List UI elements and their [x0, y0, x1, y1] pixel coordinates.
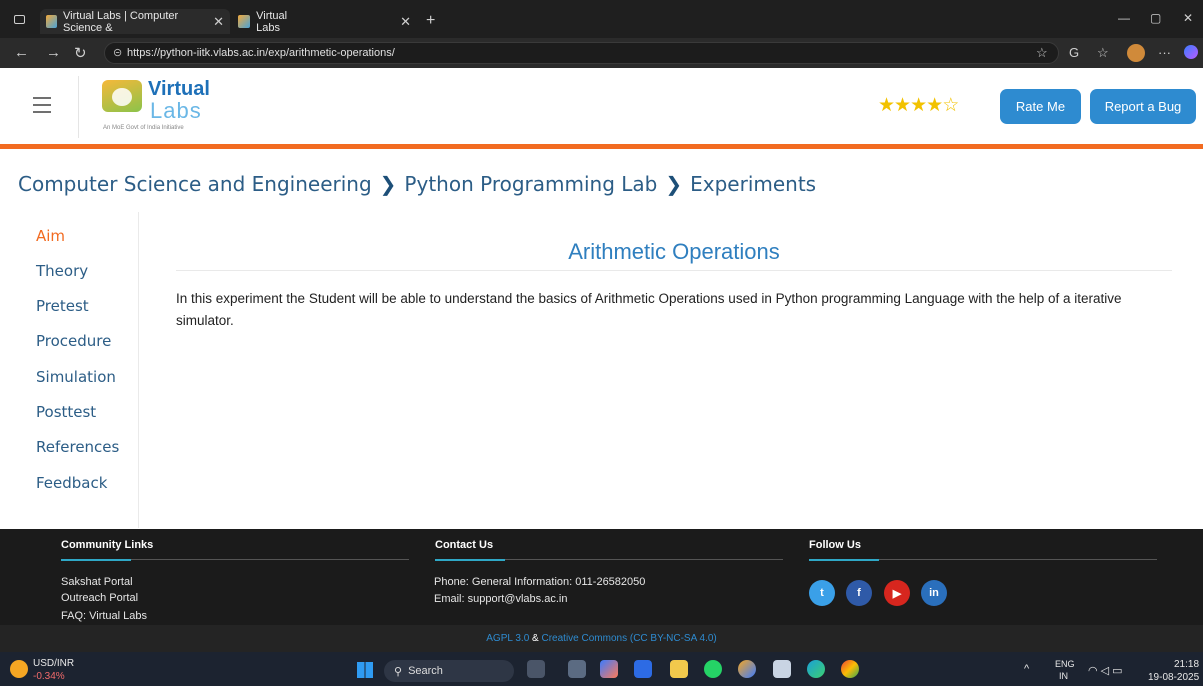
copilot-icon[interactable] [1184, 45, 1198, 59]
page-title: Arithmetic Operations [568, 239, 780, 264]
footer-divider-accent [61, 559, 131, 561]
chrome-app-icon[interactable] [738, 660, 756, 678]
contact-us-heading: Contact Us [435, 539, 494, 551]
more-menu-icon[interactable]: ··· [1158, 45, 1171, 60]
star-filled-icon: ★ [894, 95, 911, 116]
camera-app-icon[interactable] [527, 660, 545, 678]
sidebar-item-posttest[interactable]: Posttest [36, 403, 96, 421]
creative-commons-link[interactable]: Creative Commons (CC BY-NC-SA 4.0) [542, 633, 717, 644]
refresh-icon[interactable]: ↻ [74, 44, 87, 62]
star-filled-icon: ★ [926, 95, 943, 116]
rating-stars[interactable]: ★★★★☆ [878, 94, 959, 117]
star-filled-icon: ★ [878, 95, 895, 116]
sidebar-item-procedure[interactable]: Procedure [36, 332, 111, 350]
url-input[interactable]: https://python-iitk.vlabs.ac.in/exp/arit… [104, 42, 1059, 64]
header-accent-rule [0, 144, 1203, 149]
sidebar-item-theory[interactable]: Theory [36, 262, 88, 280]
youtube-icon[interactable]: ▶ [884, 580, 910, 606]
tab-virtual-labs-cse[interactable]: Virtual Labs | Computer Science & ✕ [40, 9, 230, 34]
copilot-app-icon[interactable] [600, 660, 618, 678]
facebook-icon[interactable]: f [846, 580, 872, 606]
follow-us-heading: Follow Us [809, 539, 861, 551]
link-sakshat-portal[interactable]: Sakshat Portal [61, 576, 133, 588]
star-empty-icon: ☆ [942, 95, 959, 116]
breadcrumb-item[interactable]: Computer Science and Engineering [18, 172, 372, 196]
back-icon[interactable]: ← [14, 44, 29, 61]
link-faq[interactable]: FAQ: Virtual Labs [61, 610, 147, 622]
task-view-icon[interactable] [568, 660, 586, 678]
tab-label: Virtual Labs | Computer Science & [63, 9, 179, 34]
sidebar-item-simulation[interactable]: Simulation [36, 368, 116, 386]
file-explorer-icon[interactable] [670, 660, 688, 678]
chrome-icon[interactable] [841, 660, 859, 678]
contact-phone: Phone: General Information: 011-26582050 [434, 576, 646, 588]
sidebar-item-references[interactable]: References [36, 438, 119, 456]
rate-me-button[interactable]: Rate Me [1000, 89, 1081, 124]
contact-email[interactable]: Email: support@vlabs.ac.in [434, 593, 567, 605]
title-divider [176, 270, 1172, 271]
search-icon: ⚲ [394, 665, 403, 678]
footer-divider-accent [435, 559, 505, 561]
license-text: AGPL 3.0 & Creative Commons (CC BY-NC-SA… [0, 633, 1203, 644]
edge-icon[interactable] [807, 660, 825, 678]
header-divider [78, 76, 79, 138]
sidebar-item-pretest[interactable]: Pretest [36, 297, 89, 315]
footer-divider-accent [809, 559, 879, 561]
close-tab-icon[interactable]: ✕ [213, 14, 224, 30]
ticker-label: USD/INR [33, 658, 75, 669]
aim-description: In this experiment the Student will be a… [176, 291, 1122, 328]
search-label: Search [408, 665, 443, 677]
favorites-icon[interactable]: ☆ [1097, 45, 1109, 61]
breadcrumb-separator-icon: ❯ [665, 172, 683, 196]
currency-widget-icon[interactable] [10, 660, 28, 678]
language-top[interactable]: ENG [1055, 659, 1075, 669]
extension-icon[interactable]: G [1069, 45, 1079, 60]
minimize-icon[interactable]: — [1118, 11, 1130, 25]
ticker-change: -0.34% [33, 671, 65, 682]
link-outreach-portal[interactable]: Outreach Portal [61, 592, 138, 604]
breadcrumb-item[interactable]: Experiments [690, 172, 816, 196]
agpl-license-link[interactable]: AGPL 3.0 [486, 633, 529, 644]
show-hidden-icons[interactable]: ^ [1024, 663, 1029, 675]
close-tab-icon[interactable]: ✕ [400, 14, 411, 30]
hp-app-icon[interactable] [634, 660, 652, 678]
logo-tagline: An MoE Govt of India Initiative [103, 125, 184, 131]
sidebar-item-feedback[interactable]: Feedback [36, 474, 107, 492]
community-links-heading: Community Links [61, 539, 154, 551]
logo-labs-text: Labs [150, 98, 202, 123]
whatsapp-icon[interactable] [704, 660, 722, 678]
clock-time[interactable]: 21:18 [1174, 659, 1199, 670]
calendar-app-icon[interactable] [773, 660, 791, 678]
wifi-volume-battery-icons[interactable]: ◠ ◁ ▭ [1088, 664, 1123, 677]
tab-label: Virtual Labs [256, 9, 288, 34]
clock-date[interactable]: 19-08-2025 [1148, 672, 1199, 683]
maximize-icon[interactable]: ▢ [1150, 11, 1161, 25]
close-window-icon[interactable]: ✕ [1183, 11, 1193, 25]
report-bug-button[interactable]: Report a Bug [1090, 89, 1196, 124]
virtual-labs-favicon [46, 15, 58, 28]
tab-virtual-labs[interactable]: Virtual Labs ✕ [232, 9, 417, 34]
menu-icon[interactable] [33, 97, 51, 118]
tab-actions-icon[interactable] [14, 15, 25, 24]
start-icon[interactable] [357, 662, 373, 678]
logo-flask-icon [112, 88, 132, 106]
twitter-icon[interactable]: t [809, 580, 835, 606]
language-bottom[interactable]: IN [1059, 671, 1068, 681]
virtual-labs-favicon [238, 15, 251, 28]
star-filled-icon: ★ [910, 95, 927, 116]
favorite-star-icon[interactable]: ☆ [1036, 45, 1048, 61]
forward-icon[interactable]: → [46, 44, 61, 61]
license-ampersand: & [532, 633, 539, 644]
breadcrumb-separator-icon: ❯ [379, 172, 397, 196]
new-tab-button[interactable]: + [426, 12, 435, 30]
site-info-icon[interactable]: ⊝ [113, 46, 122, 59]
breadcrumb-item[interactable]: Python Programming Lab [404, 172, 657, 196]
linkedin-icon[interactable]: in [921, 580, 947, 606]
sidebar-item-aim[interactable]: Aim [36, 227, 65, 245]
taskbar-search-input[interactable]: ⚲ Search [384, 660, 514, 682]
breadcrumb: Computer Science and Engineering ❯ Python … [18, 172, 816, 196]
profile-avatar[interactable] [1127, 44, 1145, 62]
